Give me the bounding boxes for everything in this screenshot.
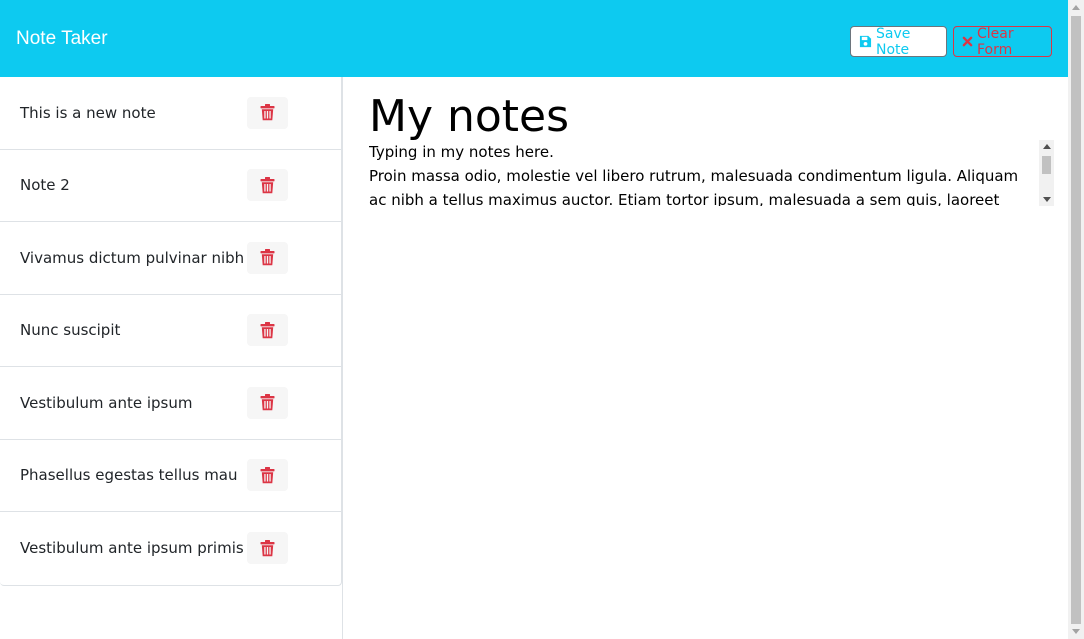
note-list-item[interactable]: Nunc suscipit — [0, 295, 341, 367]
trash-icon — [260, 466, 275, 483]
delete-note-button[interactable] — [247, 532, 288, 565]
note-list-item[interactable]: Vestibulum ante ipsum primis — [0, 512, 341, 585]
note-list-title: Vestibulum ante ipsum primis — [20, 539, 244, 558]
delete-note-button[interactable] — [247, 314, 288, 347]
delete-note-button[interactable] — [247, 459, 288, 492]
floppy-disk-icon — [859, 35, 872, 48]
page-scroll-thumb[interactable] — [1071, 16, 1081, 624]
app-brand[interactable]: Note Taker — [16, 28, 108, 50]
note-title-input[interactable]: My notes — [369, 91, 569, 144]
note-list-title: Vestibulum ante ipsum — [20, 393, 193, 412]
clear-form-button[interactable]: Clear Form — [953, 25, 1052, 58]
delete-note-button[interactable] — [247, 169, 288, 202]
note-list-title: Note 2 — [20, 176, 70, 195]
scroll-thumb[interactable] — [1042, 156, 1051, 174]
trash-icon — [260, 539, 275, 556]
clear-form-label: Clear Form — [977, 25, 1014, 58]
note-list-item[interactable]: Vivamus dictum pulvinar nibh — [0, 222, 341, 295]
delete-note-button[interactable] — [247, 96, 288, 129]
trash-icon — [260, 394, 275, 411]
navbar: Note Taker Save Note Clear Form — [0, 0, 1068, 77]
scroll-up-arrow-icon[interactable] — [1043, 144, 1051, 149]
note-text-line: Proin massa odio, molestie vel libero ru… — [369, 167, 1019, 206]
note-editor: My notes Typing in my notes here. Proin m… — [343, 77, 1068, 639]
textarea-scrollbar[interactable] — [1039, 140, 1054, 206]
trash-icon — [260, 176, 275, 193]
note-list-title: Nunc suscipit — [20, 321, 121, 340]
note-list-title: This is a new note — [20, 103, 156, 122]
note-list: This is a new note Note 2 Vivamus dictum p… — [0, 77, 342, 586]
page-scroll-up-arrow-icon[interactable] — [1072, 5, 1080, 10]
delete-note-button[interactable] — [247, 386, 288, 419]
trash-icon — [260, 249, 275, 266]
note-text-line: Typing in my notes here. — [369, 143, 554, 161]
note-list-item[interactable]: This is a new note — [0, 77, 341, 150]
trash-icon — [260, 321, 275, 338]
notes-sidebar: This is a new note Note 2 Vivamus dictum p… — [0, 77, 343, 639]
note-list-title: Vivamus dictum pulvinar nibh — [20, 248, 245, 267]
delete-note-button[interactable] — [247, 241, 288, 274]
x-icon — [962, 36, 973, 47]
save-note-button[interactable]: Save Note — [850, 25, 947, 58]
trash-icon — [260, 104, 275, 121]
note-list-item[interactable]: Note 2 — [0, 150, 341, 222]
note-list-item[interactable]: Vestibulum ante ipsum — [0, 367, 341, 440]
note-text-area[interactable]: Typing in my notes here. Proin massa odio… — [369, 140, 1054, 206]
save-note-label: Save Note — [876, 25, 911, 58]
note-list-title: Phasellus egestas tellus mau — [20, 466, 238, 485]
note-list-item[interactable]: Phasellus egestas tellus mau — [0, 440, 341, 512]
page-scroll-down-arrow-icon[interactable] — [1072, 629, 1080, 634]
scroll-down-arrow-icon[interactable] — [1043, 197, 1051, 202]
page-scrollbar[interactable] — [1068, 0, 1084, 639]
